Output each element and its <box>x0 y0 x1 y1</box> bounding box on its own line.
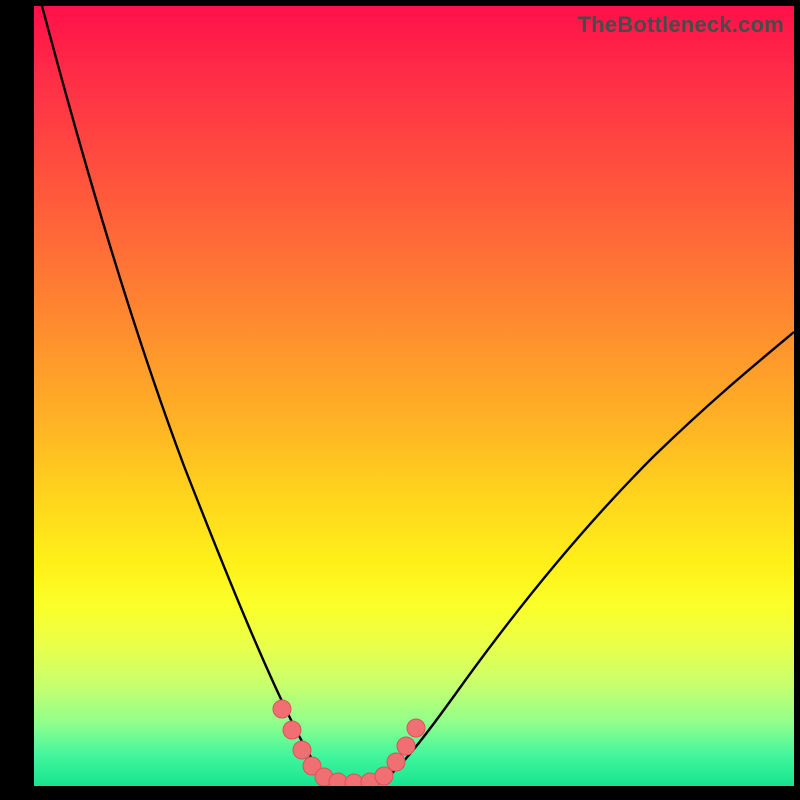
marker-dot <box>329 773 347 786</box>
marker-dot <box>361 773 379 786</box>
marker-dot <box>345 774 363 786</box>
curve-left <box>42 6 332 784</box>
chart-frame: TheBottleneck.com <box>0 0 800 800</box>
marker-dot <box>375 767 393 785</box>
marker-dot <box>407 719 425 737</box>
marker-dot <box>293 741 311 759</box>
marker-dot <box>283 721 301 739</box>
marker-cluster <box>273 700 425 786</box>
watermark-text: TheBottleneck.com <box>578 12 784 38</box>
chart-svg <box>34 6 794 786</box>
curve-floor <box>332 784 376 786</box>
curve-right <box>376 332 794 785</box>
chart-plot-area: TheBottleneck.com <box>34 6 794 786</box>
marker-dot <box>387 753 405 771</box>
marker-dot <box>397 737 415 755</box>
marker-dot <box>303 757 321 775</box>
marker-dot <box>273 700 291 718</box>
marker-dot <box>315 768 333 786</box>
